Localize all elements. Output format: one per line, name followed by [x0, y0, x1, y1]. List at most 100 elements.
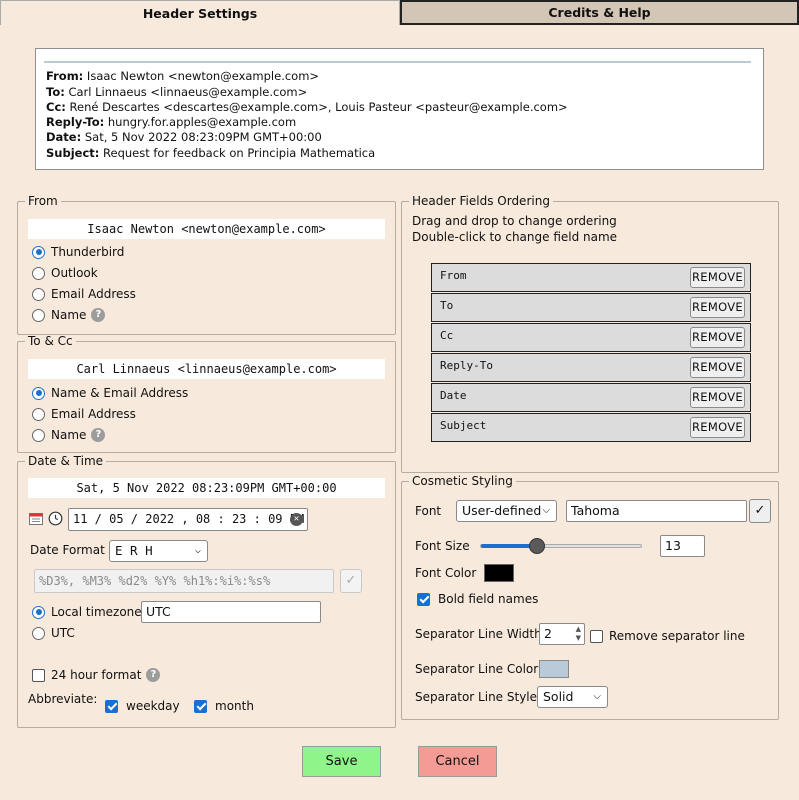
- abbreviate-weekday-checkbox[interactable]: weekday: [105, 699, 180, 713]
- tocc-option-name[interactable]: Name?: [32, 428, 106, 442]
- remove-from-button[interactable]: REMOVE: [690, 267, 745, 288]
- remove-replyto-button[interactable]: REMOVE: [690, 357, 745, 378]
- from-option-thunderbird[interactable]: Thunderbird: [32, 245, 124, 259]
- clear-icon[interactable]: ✕: [290, 513, 303, 526]
- font-size-slider-thumb[interactable]: [528, 538, 545, 554]
- bold-field-names-checkbox[interactable]: Bold field names: [417, 592, 538, 606]
- preview-to-line: To: Carl Linnaeus <linnaeus@example.com>: [46, 85, 307, 99]
- remove-cc-button[interactable]: REMOVE: [690, 327, 745, 348]
- preview-separator-line: [44, 61, 751, 63]
- from-legend: From: [28, 194, 58, 208]
- option-label: Email Address: [51, 287, 136, 301]
- separator-color-swatch[interactable]: [539, 660, 569, 678]
- help-icon[interactable]: ?: [91, 428, 106, 442]
- header-preview: From: Isaac Newton <newton@example.com> …: [35, 48, 764, 170]
- help-icon[interactable]: ?: [91, 308, 106, 322]
- tab-header-settings[interactable]: Header Settings: [0, 0, 400, 25]
- option-label: Name & Email Address: [51, 386, 189, 400]
- field-row-cc[interactable]: Cc REMOVE: [431, 323, 751, 352]
- timezone-input[interactable]: UTC: [141, 601, 321, 623]
- preview-subject-line: Subject: Request for feedback on Princip…: [46, 146, 375, 160]
- apply-format-button[interactable]: ✓: [340, 569, 362, 593]
- remove-date-button[interactable]: REMOVE: [690, 387, 745, 408]
- checkbox-icon[interactable]: [417, 592, 430, 606]
- apply-font-button[interactable]: ✓: [749, 499, 771, 523]
- checkbox-icon[interactable]: [105, 699, 118, 713]
- separator-style-value: Solid: [543, 689, 574, 704]
- tocc-preview-value: Carl Linnaeus <linnaeus@example.com>: [28, 359, 385, 379]
- from-option-outlook[interactable]: Outlook: [32, 266, 98, 280]
- tocc-legend: To & Cc: [28, 334, 73, 348]
- font-size-input[interactable]: 13: [660, 535, 705, 557]
- radio-icon[interactable]: [32, 626, 45, 640]
- datetime-picker-input[interactable]: 11 / 05 / 2022 , 08 : 23 : 09 PM ✕: [68, 508, 308, 531]
- calendar-icon[interactable]: [29, 512, 43, 525]
- font-color-swatch[interactable]: [484, 564, 514, 582]
- checkmark-icon: ✓: [345, 573, 357, 588]
- radio-icon[interactable]: [32, 605, 45, 619]
- checkbox-icon[interactable]: [194, 699, 207, 713]
- font-size-slider[interactable]: [480, 544, 642, 548]
- option-label: 24 hour format: [51, 668, 142, 682]
- font-size-label: Font Size: [415, 539, 470, 553]
- remove-to-button[interactable]: REMOVE: [690, 297, 745, 318]
- preview-to-label: To:: [46, 85, 65, 99]
- field-name: Cc: [440, 329, 454, 342]
- preview-date-value: Sat, 5 Nov 2022 08:23:09PM GMT+00:00: [81, 130, 322, 144]
- field-name: From: [440, 269, 467, 282]
- ordering-hint-drag: Drag and drop to change ordering: [412, 214, 617, 228]
- date-format-string-input[interactable]: %D3%, %M3% %d2% %Y% %h1%:%i%:%s%: [34, 569, 334, 593]
- radio-icon[interactable]: [32, 428, 45, 442]
- option-label: Outlook: [51, 266, 98, 280]
- field-name: Subject: [440, 419, 487, 432]
- tocc-option-email[interactable]: Email Address: [32, 407, 136, 421]
- help-icon[interactable]: ?: [146, 668, 161, 682]
- save-button[interactable]: Save: [302, 746, 381, 777]
- preview-from-line: From: Isaac Newton <newton@example.com>: [46, 69, 319, 83]
- checkbox-icon[interactable]: [32, 668, 45, 682]
- timezone-option-utc[interactable]: UTC: [32, 626, 75, 640]
- radio-icon[interactable]: [32, 287, 45, 301]
- checkbox-icon[interactable]: [590, 629, 603, 643]
- hour24-checkbox[interactable]: 24 hour format?: [32, 668, 161, 682]
- date-format-value: E R H: [115, 543, 153, 558]
- from-option-email[interactable]: Email Address: [32, 287, 136, 301]
- separator-width-input[interactable]: 2 ▲ ▼: [539, 623, 585, 645]
- radio-icon[interactable]: [32, 386, 45, 400]
- cancel-button[interactable]: Cancel: [418, 746, 497, 777]
- preview-replyto-line: Reply-To: hungry.for.apples@example.com: [46, 115, 296, 129]
- remove-subject-button[interactable]: REMOVE: [690, 417, 745, 438]
- option-label: Local timezone: [51, 605, 142, 619]
- spinner-icon[interactable]: ▲ ▼: [576, 625, 581, 643]
- datetime-preview-value: Sat, 5 Nov 2022 08:23:09PM GMT+00:00: [28, 478, 385, 498]
- abbreviate-month-checkbox[interactable]: month: [194, 699, 254, 713]
- field-row-from[interactable]: From REMOVE: [431, 263, 751, 292]
- clock-icon[interactable]: [48, 511, 63, 526]
- font-mode-select[interactable]: User-defined ⌵: [456, 500, 557, 522]
- field-row-to[interactable]: To REMOVE: [431, 293, 751, 322]
- field-row-date[interactable]: Date REMOVE: [431, 383, 751, 412]
- radio-icon[interactable]: [32, 266, 45, 280]
- tab-credits-help[interactable]: Credits & Help: [400, 0, 799, 25]
- timezone-option-local[interactable]: Local timezone: [32, 605, 142, 619]
- remove-separator-checkbox[interactable]: Remove separator line: [590, 629, 745, 643]
- preview-cc-label: Cc:: [46, 100, 66, 114]
- option-label: Name: [51, 428, 87, 442]
- font-name-input[interactable]: Tahoma: [566, 500, 747, 522]
- field-row-subject[interactable]: Subject REMOVE: [431, 413, 751, 442]
- field-row-replyto[interactable]: Reply-To REMOVE: [431, 353, 751, 382]
- option-label: month: [215, 699, 254, 713]
- preview-replyto-value: hungry.for.apples@example.com: [104, 115, 297, 129]
- ordering-hint-rename: Double-click to change field name: [412, 230, 618, 244]
- preview-to-value: Carl Linnaeus <linnaeus@example.com>: [64, 85, 308, 99]
- date-format-select[interactable]: E R H ⌵: [109, 540, 208, 562]
- separator-style-select[interactable]: Solid ⌵: [537, 686, 608, 708]
- from-option-name[interactable]: Name?: [32, 308, 106, 322]
- radio-icon[interactable]: [32, 245, 45, 259]
- radio-icon[interactable]: [32, 407, 45, 421]
- tocc-option-name-email[interactable]: Name & Email Address: [32, 386, 188, 400]
- preview-replyto-label: Reply-To:: [46, 115, 105, 129]
- radio-icon[interactable]: [32, 308, 45, 322]
- option-label: Email Address: [51, 407, 136, 421]
- datetime-picker-value: 11 / 05 / 2022 , 08 : 23 : 09 PM: [73, 512, 305, 526]
